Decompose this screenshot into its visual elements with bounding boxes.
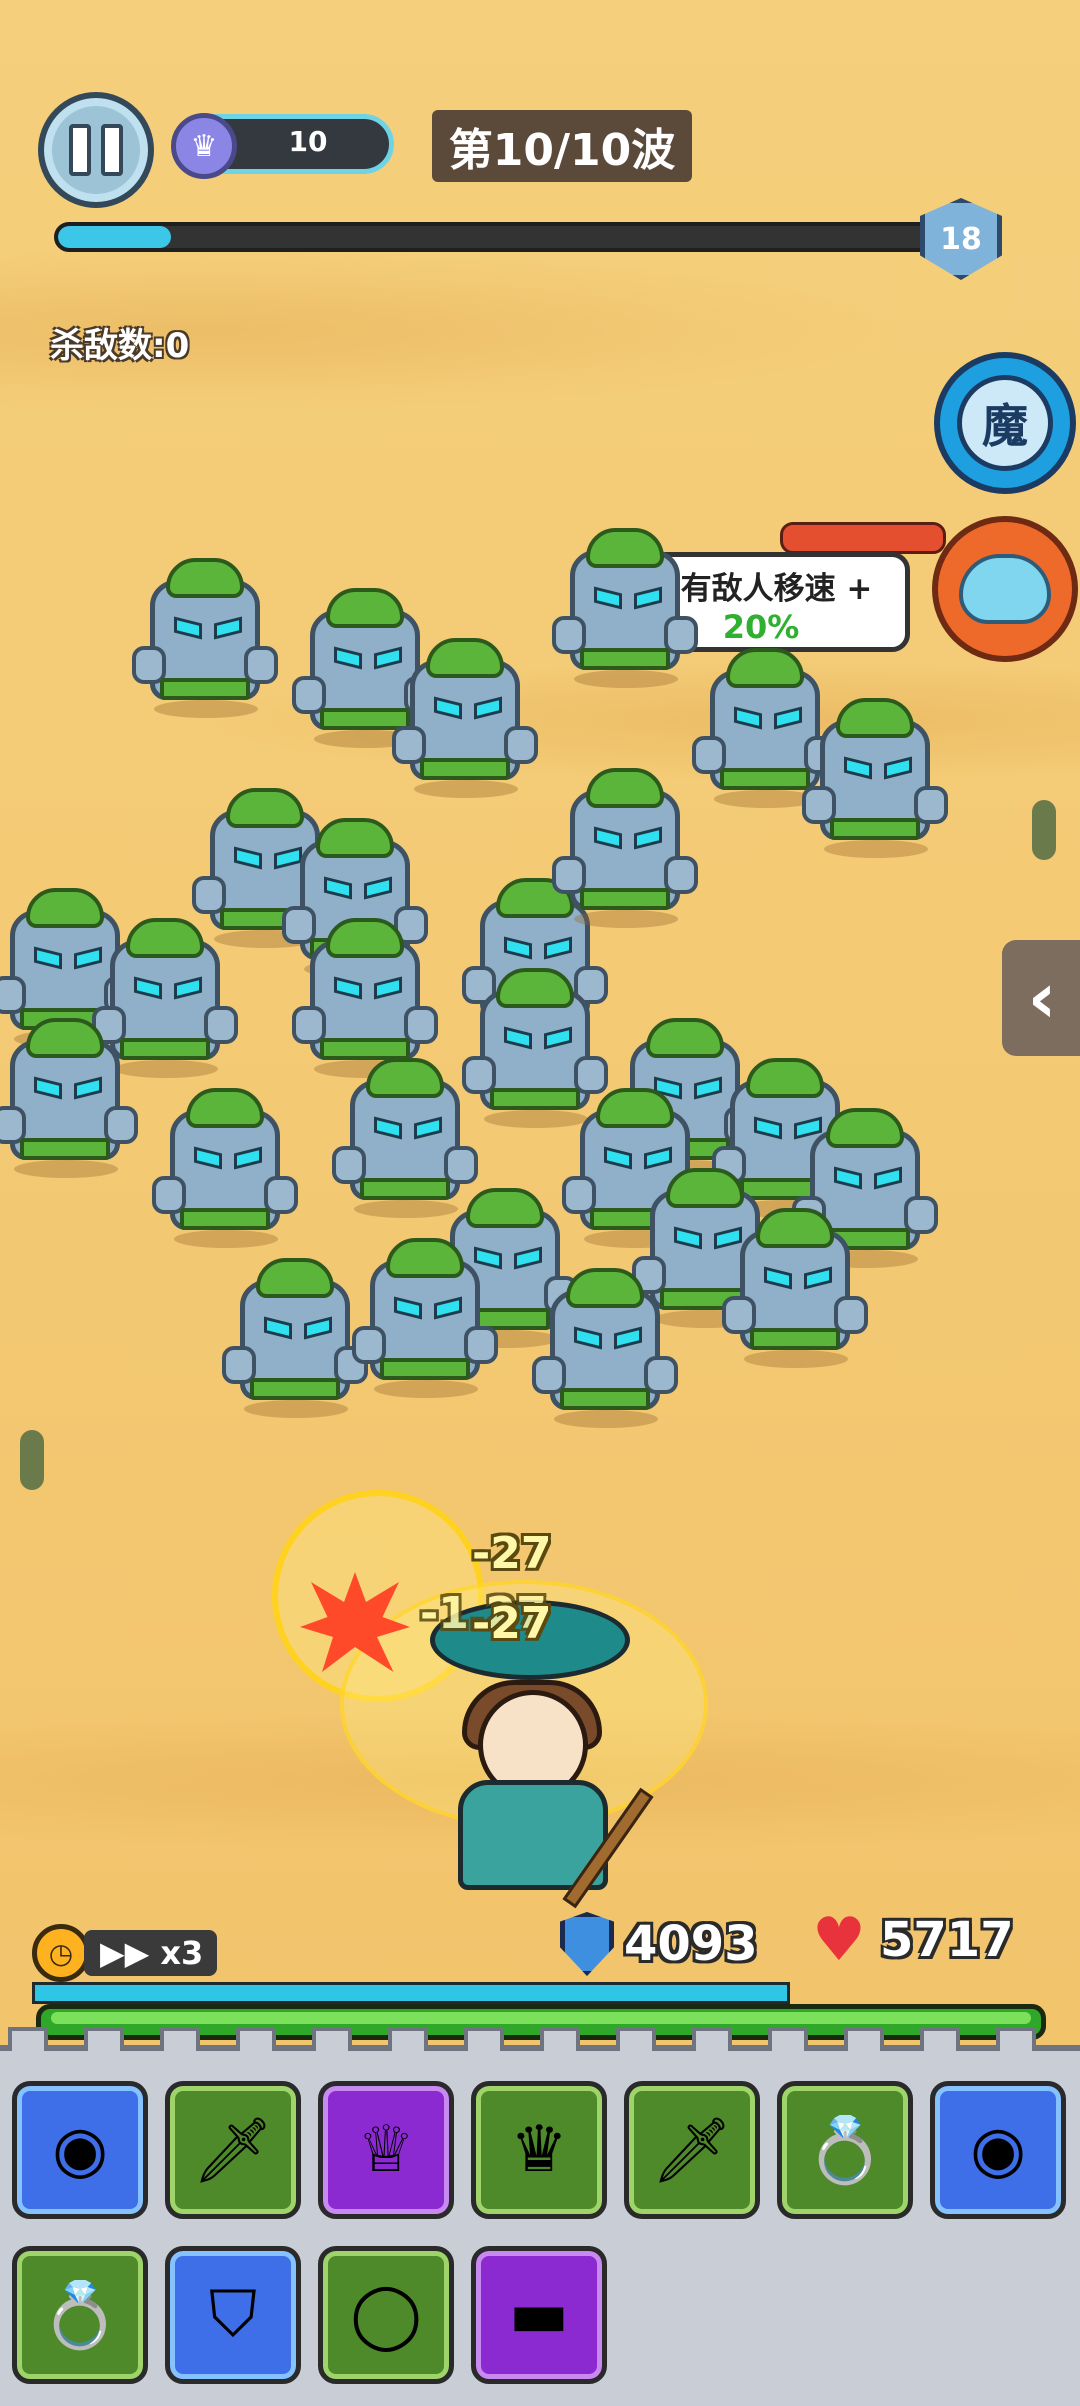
- wave-progress-bar: [54, 222, 934, 252]
- inventory-slot-donut-relic[interactable]: ◉: [930, 2081, 1066, 2219]
- chevron-left-icon: ‹: [1027, 957, 1057, 1039]
- leather-belt-icon: ▬: [508, 2278, 570, 2352]
- side-panel-toggle[interactable]: ‹: [1002, 940, 1080, 1056]
- wall-crenel: [616, 2027, 656, 2051]
- wall-crenel: [388, 2027, 428, 2051]
- gem-ring-icon: 💍: [40, 2278, 120, 2353]
- rock-golem-enemy: [552, 520, 698, 690]
- damage-number: -27: [472, 1528, 552, 1579]
- rock-golem-enemy: [352, 1230, 498, 1400]
- magic-icon: 魔: [957, 375, 1053, 471]
- cactus-icon: [20, 1430, 44, 1490]
- rock-golem-enemy: [552, 760, 698, 930]
- rock-golem-enemy: [722, 1200, 868, 1370]
- rock-golem-enemy: [0, 1010, 138, 1180]
- heart-icon: ♥: [812, 1905, 866, 1975]
- health-bar-highlight: [51, 2012, 1031, 2024]
- pause-icon: [101, 124, 123, 176]
- wall-crenel: [84, 2027, 124, 2051]
- fast-forward-icon: ▶▶: [100, 1934, 161, 1972]
- clock-icon: ◷: [32, 1924, 90, 1982]
- rock-golem-enemy: [532, 1260, 678, 1430]
- inventory-slot-gem-ring[interactable]: 💍: [777, 2081, 913, 2219]
- rock-golem-enemy: [152, 1080, 298, 1250]
- wall-crenel: [236, 2027, 276, 2051]
- wall-crenel: [844, 2027, 884, 2051]
- xp-value: 10: [288, 125, 328, 158]
- inventory-slot-leather-belt[interactable]: ▬: [471, 2246, 607, 2384]
- shield-bar: [32, 1982, 790, 2004]
- kill-counter: 杀敌数:0: [50, 326, 190, 366]
- inventory-slot-gem-ring[interactable]: 💍: [12, 2246, 148, 2384]
- speed-label: x3: [160, 1934, 204, 1972]
- boss-health-bar: [780, 522, 946, 554]
- magic-skill-button[interactable]: 魔: [934, 352, 1076, 494]
- wall-crenel: [8, 2027, 48, 2051]
- xp-counter: ♛ 10: [171, 113, 394, 179]
- inventory-slot-bronze-ring[interactable]: ◯: [318, 2246, 454, 2384]
- wave-progress-fill: [58, 226, 172, 248]
- inventory-slot-jeweled-tiara[interactable]: ♕: [318, 2081, 454, 2219]
- wall-crenel: [920, 2027, 960, 2051]
- donut-relic-icon: ◉: [52, 2113, 108, 2187]
- donut-relic-icon: ◉: [970, 2113, 1026, 2187]
- health-value: 5717: [880, 1912, 1014, 1968]
- wall-crenel: [160, 2027, 200, 2051]
- inventory-slot-iron-sword[interactable]: 🗡: [165, 2081, 301, 2219]
- rock-golem-enemy: [802, 690, 948, 860]
- shield-value: 4093: [624, 1916, 758, 1972]
- ruby-crown-icon: ♛: [510, 2113, 568, 2187]
- pause-button[interactable]: [38, 92, 154, 208]
- bronze-sword-icon: 🗡: [651, 2113, 733, 2188]
- wall-crenel: [540, 2027, 580, 2051]
- inventory-panel: ◉ 🗡 ♕ ♛ 🗡 💍 ◉ 💍 ⛉ ◯ ▬: [0, 2027, 1080, 2406]
- slime-pet-button[interactable]: [932, 516, 1078, 662]
- rock-golem-enemy: [392, 630, 538, 800]
- iron-sword-icon: 🗡: [192, 2113, 274, 2188]
- jeweled-tiara-icon: ♕: [357, 2113, 415, 2187]
- wave-label: 第10/10波: [432, 110, 692, 182]
- wall-crenel: [996, 2027, 1036, 2051]
- wall-crenel: [312, 2027, 352, 2051]
- rock-golem-enemy: [132, 550, 278, 720]
- wooden-shield-icon: ⛉: [209, 2278, 257, 2352]
- pause-icon: [69, 124, 91, 176]
- damage-number: -27: [472, 1598, 552, 1649]
- shield-stat: 4093: [560, 1912, 758, 1976]
- inventory-slot-donut-relic[interactable]: ◉: [12, 2081, 148, 2219]
- gem-ring-icon: 💍: [805, 2113, 885, 2188]
- wall-crenel: [768, 2027, 808, 2051]
- bronze-ring-icon: ◯: [350, 2278, 422, 2352]
- crown-icon: ♛: [171, 113, 237, 179]
- rock-golem-enemy: [222, 1250, 368, 1420]
- speed-toggle[interactable]: ◷ ▶▶ x3: [32, 1924, 218, 1982]
- inventory-slot-ruby-crown[interactable]: ♛: [471, 2081, 607, 2219]
- slime-icon: [959, 554, 1051, 624]
- wall-crenel: [692, 2027, 732, 2051]
- health-stat: ♥ 5717: [812, 1905, 1014, 1975]
- inventory-slot-bronze-sword[interactable]: 🗡: [624, 2081, 760, 2219]
- wall-crenel: [464, 2027, 504, 2051]
- inventory-slot-wooden-shield[interactable]: ⛉: [165, 2246, 301, 2384]
- cactus-icon: [1032, 800, 1056, 860]
- shield-icon: [560, 1912, 614, 1976]
